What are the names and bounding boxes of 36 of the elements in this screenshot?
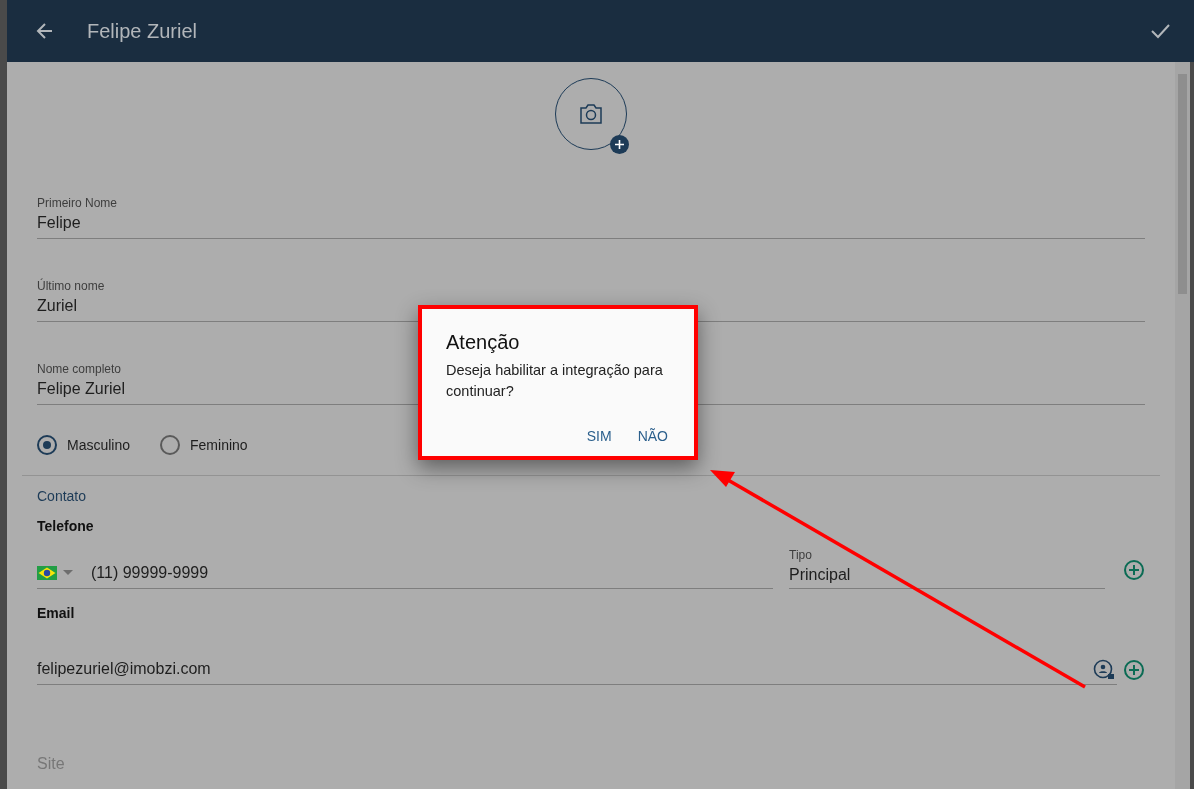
field-value: Felipe	[37, 214, 81, 232]
user-lock-icon[interactable]	[1093, 659, 1115, 681]
field-label: Primeiro Nome	[37, 196, 117, 210]
dialog-title: Atenção	[446, 331, 521, 354]
field-value: Principal	[789, 566, 851, 584]
back-button[interactable]	[35, 21, 55, 41]
section-title: Contato	[37, 488, 88, 504]
email-field[interactable]: felipezuriel@imobzi.com	[37, 660, 1117, 685]
field-value: Felipe Zuriel	[37, 380, 126, 398]
camera-icon	[578, 103, 604, 125]
email-value: felipezuriel@imobzi.com	[37, 660, 211, 677]
field-value: Zuriel	[37, 297, 77, 315]
email-heading: Email	[37, 605, 76, 621]
dialog-button[interactable]: NÃO	[629, 424, 676, 448]
type-select[interactable]: Tipo Principal	[789, 548, 1105, 589]
text-field[interactable]: Primeiro Nome Felipe	[37, 196, 1145, 239]
save-button[interactable]	[1150, 23, 1170, 39]
add-icon[interactable]	[1123, 659, 1145, 681]
phone-value: (11) 99999-9999	[91, 564, 209, 582]
gender-radio[interactable]: Feminino	[160, 435, 248, 455]
add-photo-badge[interactable]	[610, 135, 629, 154]
window-title: Felipe Zuriel	[87, 19, 199, 43]
plus-icon	[615, 140, 624, 149]
checkmark-icon	[1150, 23, 1170, 39]
field-label: Último nome	[37, 279, 105, 293]
field-label: Nome completo	[37, 362, 122, 376]
back-arrow-icon	[35, 21, 55, 41]
gender-radio[interactable]: Masculino	[37, 435, 131, 455]
add-icon[interactable]	[1123, 559, 1145, 581]
field-label: Tipo	[789, 548, 812, 562]
dialog-button[interactable]: SIM	[578, 424, 620, 448]
dialog-message: Deseja habilitar a integração para continuar?	[446, 361, 664, 401]
phone-heading: Telefone	[37, 518, 95, 534]
flag-icon	[37, 566, 57, 580]
scrollbar[interactable]	[1175, 62, 1190, 789]
phone-field[interactable]: (11) 99999-9999	[37, 564, 773, 589]
